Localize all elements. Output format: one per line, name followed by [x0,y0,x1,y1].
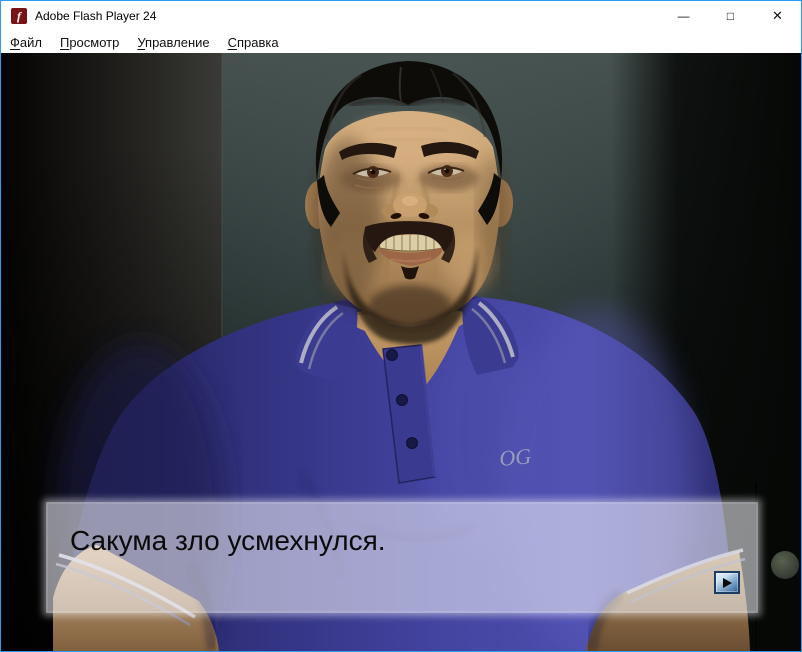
button [407,438,418,449]
dialog-text: Сакума зло усмехнулся. [48,504,756,557]
game-stage[interactable]: OG [1,53,801,651]
menu-help[interactable]: Справка [228,35,279,50]
menu-control[interactable]: Управление [137,35,209,50]
maximize-button[interactable]: □ [707,1,754,31]
window-title: Adobe Flash Player 24 [35,9,156,23]
close-button[interactable]: ✕ [754,1,801,31]
play-icon [723,578,732,588]
shirt-logo: OG [498,443,532,471]
title-bar: f Adobe Flash Player 24 — □ ✕ [1,1,801,31]
minimize-button[interactable]: — [660,1,707,31]
menu-view[interactable]: Просмотр [60,35,119,50]
window-controls: — □ ✕ [660,1,801,31]
dialog-box[interactable]: Сакума зло усмехнулся. [48,504,756,611]
menu-file[interactable]: Файл [10,35,42,50]
advance-button[interactable] [714,571,740,594]
button [387,350,398,361]
flash-player-window: f Adobe Flash Player 24 — □ ✕ Файл Просм… [0,0,802,652]
flash-icon: f [11,8,27,24]
door-knob [771,551,799,579]
button [397,395,408,406]
menu-bar: Файл Просмотр Управление Справка [1,31,801,53]
